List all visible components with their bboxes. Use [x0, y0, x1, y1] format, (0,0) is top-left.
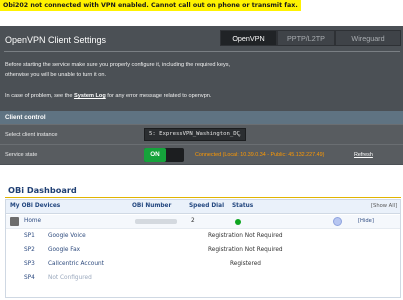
obi-device-icon: [10, 217, 19, 226]
sp-name: Google Fax: [48, 247, 81, 253]
help-text-prefix: In case of problem, see the: [5, 93, 75, 99]
obi-number-redacted: [135, 219, 177, 224]
vpn-warning-notice: Obi202 not connected with VPN enabled. C…: [0, 0, 301, 11]
obi-table-header: My OBi Devices OBi Number Speed Dial Sta…: [6, 200, 400, 214]
client-control-header: Client control: [0, 111, 403, 124]
obi-dashboard-title: OBi Dashboard: [8, 185, 77, 195]
col-obi-number: OBi Number: [132, 203, 172, 209]
sp-row: SP3 Callcentric Account Registered: [6, 258, 400, 271]
sp-id-link[interactable]: SP2: [24, 247, 35, 253]
system-log-link[interactable]: System Log: [74, 93, 106, 99]
sp-row: SP4 Not Configured: [6, 272, 400, 285]
col-status: Status: [232, 203, 254, 209]
sp-status: Registered: [230, 261, 261, 267]
vpn-tabs: OpenVPN PPTP/L2TP Wireguard: [220, 30, 401, 46]
hide-link[interactable]: [Hide]: [358, 218, 374, 224]
vpn-panel-title: OpenVPN Client Settings: [5, 35, 107, 45]
sp-row: SP2 Google Fax Registration Not Required: [6, 244, 400, 257]
select-value: 5: ExpressVPN_Washington_DC: [149, 131, 240, 137]
gear-icon[interactable]: [333, 217, 342, 226]
sp-id-link[interactable]: SP3: [24, 261, 35, 267]
chevron-down-icon: ⌄: [237, 131, 241, 138]
device-row-home: Home 2 [Hide]: [6, 215, 400, 229]
openvpn-panel: OpenVPN Client Settings OpenVPN PPTP/L2T…: [0, 26, 403, 165]
service-state-row: Service state ON Connected (Local: 10.39…: [0, 144, 403, 164]
title-divider: [4, 51, 400, 52]
sp-name: Callcentric Account: [48, 261, 104, 267]
connection-status-text: Connected (Local: 10.39.0.34 - Public: 4…: [195, 152, 325, 158]
tab-pptp-l2tp[interactable]: PPTP/L2TP: [277, 30, 335, 46]
sp-name: Not Configured: [48, 275, 92, 281]
select-instance-row: Select client instance 5: ExpressVPN_Was…: [0, 124, 403, 144]
sp-id-link[interactable]: SP4: [24, 275, 35, 281]
obi-title-underline: [5, 197, 401, 198]
device-speed-dial: 2: [191, 218, 195, 224]
sp-name: Google Voice: [48, 233, 86, 239]
status-online-icon: [235, 219, 241, 225]
vpn-help-line: In case of problem, see the System Log f…: [5, 93, 211, 99]
col-speed-dial: Speed Dial: [189, 203, 225, 209]
vpn-description-line-2: otherwise you will be unable to turn it …: [5, 72, 107, 78]
toggle-on-label: ON: [144, 148, 166, 162]
device-name-link[interactable]: Home: [24, 218, 41, 224]
tab-openvpn[interactable]: OpenVPN: [220, 30, 277, 46]
tab-wireguard[interactable]: Wireguard: [335, 30, 401, 46]
refresh-link[interactable]: Refresh: [354, 145, 373, 165]
sp-status: Registration Not Required: [208, 247, 283, 253]
client-instance-select[interactable]: 5: ExpressVPN_Washington_DC ⌄: [144, 128, 246, 141]
sp-id-link[interactable]: SP1: [24, 233, 35, 239]
col-my-obi-devices: My OBi Devices: [10, 203, 61, 209]
obi-devices-panel: My OBi Devices OBi Number Speed Dial Sta…: [5, 199, 401, 298]
help-text-suffix: for any error message related to openvpn…: [105, 93, 212, 99]
show-all-link[interactable]: [Show All]: [371, 203, 397, 209]
service-state-toggle[interactable]: ON: [144, 148, 184, 162]
sp-row: SP1 Google Voice Registration Not Requir…: [6, 230, 400, 243]
service-state-label: Service state: [5, 152, 38, 158]
select-instance-label: Select client instance: [5, 132, 58, 138]
sp-status: Registration Not Required: [208, 233, 283, 239]
vpn-description-line-1: Before starting the service make sure yo…: [5, 62, 231, 68]
